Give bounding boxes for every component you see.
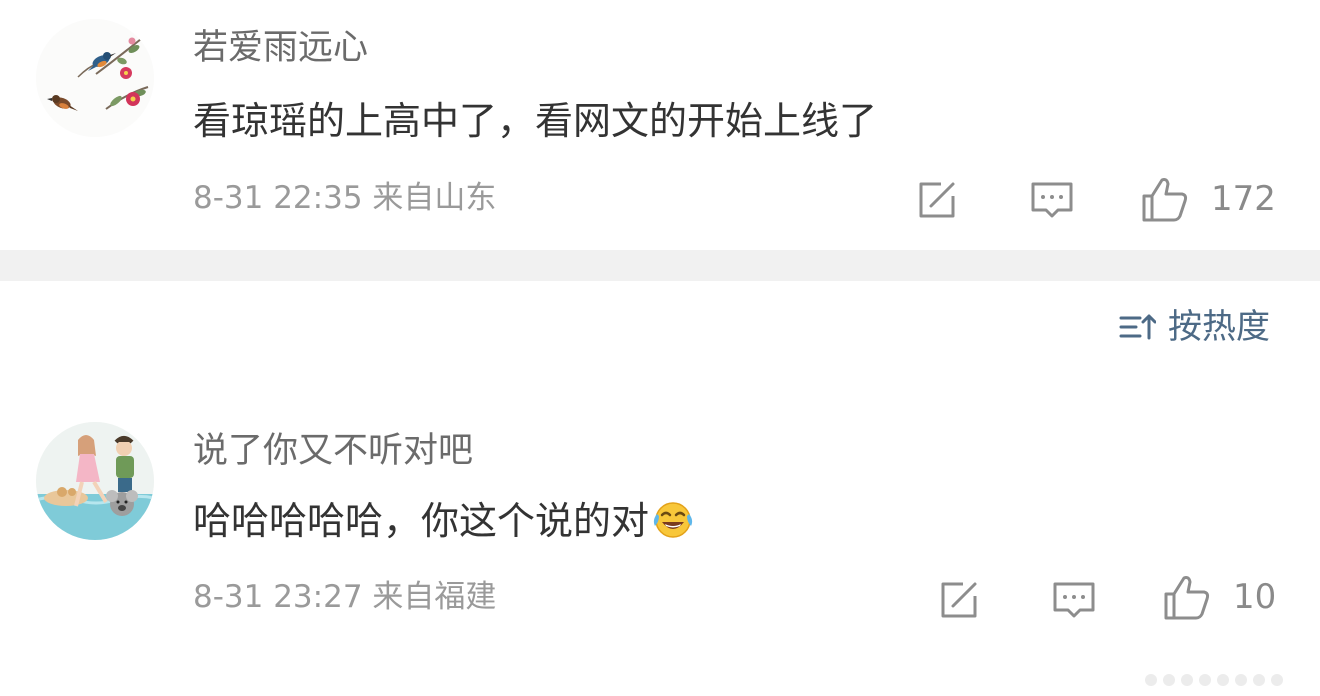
cartoon-beach-avatar-image	[36, 422, 154, 540]
comment-location: 来自福建	[372, 579, 497, 615]
comment-meta: 8-31 23:27 来自福建	[193, 582, 496, 613]
dot	[1199, 674, 1211, 686]
like-count: 172	[1211, 179, 1276, 219]
comment-time: 8-31 22:35	[193, 180, 363, 216]
like-button[interactable]	[1138, 174, 1188, 222]
username[interactable]: 说了你又不听对吧	[193, 434, 473, 469]
bird-flower-avatar-image	[36, 19, 154, 137]
dot	[1181, 674, 1193, 686]
dot	[1271, 674, 1283, 686]
dot	[1235, 674, 1247, 686]
repost-icon	[919, 182, 955, 218]
comment-button[interactable]	[1028, 176, 1076, 224]
comment-meta: 8-31 22:35 来自山东	[193, 183, 496, 214]
comment-icon	[1053, 582, 1095, 618]
laughing-crying-emoji	[653, 502, 693, 538]
comment-icon	[1031, 182, 1073, 218]
comment-text: 哈哈哈哈哈，你这个说的对	[193, 500, 695, 540]
sort-icon	[1119, 314, 1156, 340]
comment-location: 来自山东	[372, 180, 497, 216]
comment-text-body: 哈哈哈哈哈，你这个说的对	[193, 499, 650, 543]
repost-button[interactable]	[913, 176, 961, 224]
avatar[interactable]	[36, 422, 154, 540]
repost-icon	[941, 582, 977, 618]
decorative-dots	[1145, 674, 1283, 686]
thumbs-up-icon	[1164, 576, 1210, 620]
dot	[1163, 674, 1175, 686]
comment-item: 说了你又不听对吧 哈哈哈哈哈，你这个说的对 8-31 23:27 来自福建 10	[0, 400, 1320, 696]
comment-text: 看琼瑶的上高中了，看网文的开始上线了	[193, 99, 878, 143]
dot	[1145, 674, 1157, 686]
comment-item: 若爱雨远心 看琼瑶的上高中了，看网文的开始上线了 8-31 22:35 来自山东…	[0, 0, 1320, 250]
repost-button[interactable]	[935, 576, 983, 624]
like-count: 10	[1233, 577, 1277, 617]
dot	[1253, 674, 1265, 686]
section-divider	[0, 250, 1320, 281]
thumbs-up-icon	[1142, 178, 1188, 222]
sort-label: 按热度	[1168, 307, 1270, 347]
sort-button[interactable]: 按热度	[1118, 306, 1270, 348]
comment-time: 8-31 23:27	[193, 579, 363, 615]
like-button[interactable]	[1160, 572, 1210, 620]
dot	[1217, 674, 1229, 686]
username[interactable]: 若爱雨远心	[193, 31, 368, 66]
avatar[interactable]	[36, 19, 154, 137]
comment-button[interactable]	[1050, 576, 1098, 624]
